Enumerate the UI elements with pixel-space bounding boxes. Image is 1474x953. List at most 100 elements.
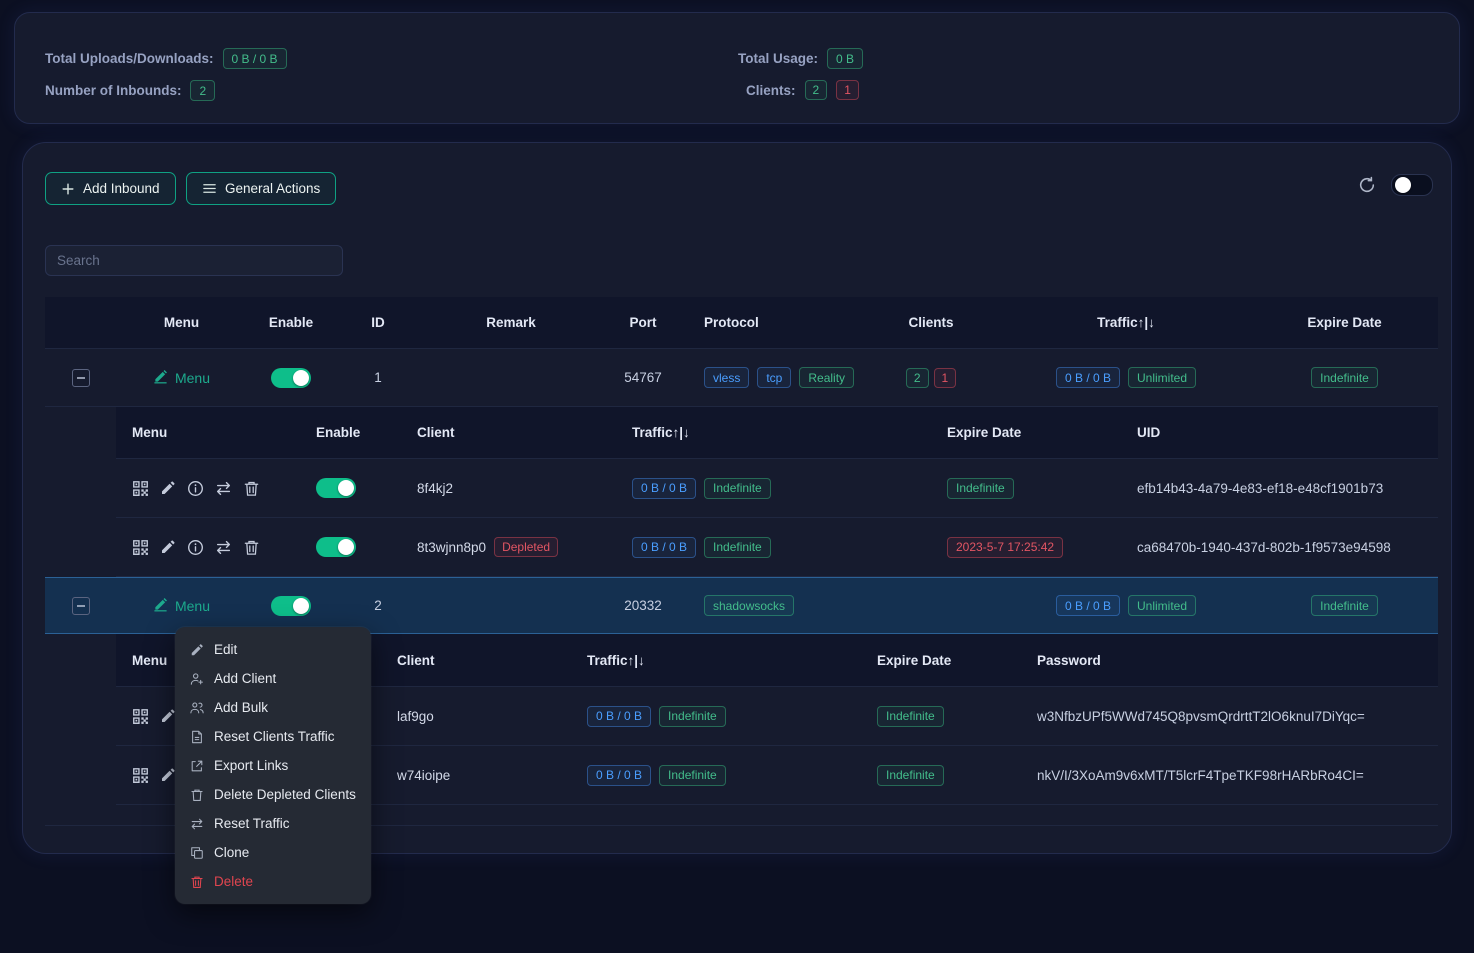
traffic-badge: 0 B / 0 B	[587, 706, 651, 727]
header-expire-date: Expire Date	[861, 653, 1021, 668]
clients-active-badge: 2	[805, 80, 828, 100]
expire-badge: 2023-5-7 17:25:42	[947, 537, 1063, 558]
toggle-knob	[293, 370, 309, 386]
header-traffic-sort[interactable]: Traffic↑|↓	[571, 653, 861, 668]
menu-item-reset-clients-traffic[interactable]: Reset Clients Traffic	[175, 722, 371, 751]
menu-item-edit[interactable]: Edit	[175, 635, 371, 664]
expire-badge: Indefinite	[877, 765, 944, 786]
qrcode-icon[interactable]	[132, 767, 149, 784]
plus-icon	[61, 182, 75, 196]
collapse-row-icon[interactable]	[72, 597, 90, 615]
panel-controls	[1358, 174, 1433, 196]
clients-active-badge: 2	[906, 368, 929, 388]
traffic-total-badge: Unlimited	[1128, 595, 1196, 616]
client-enable-toggle[interactable]	[316, 537, 356, 557]
header-client: Client	[381, 653, 571, 668]
reset-traffic-icon[interactable]	[215, 539, 232, 556]
header-protocol: Protocol	[685, 315, 861, 330]
menu-item-delete-depleted-clients[interactable]: Delete Depleted Clients	[175, 780, 371, 809]
qrcode-icon[interactable]	[132, 480, 149, 497]
header-expire-date: Expire Date	[1251, 315, 1438, 330]
client-name: 8t3wjnn8p0	[417, 540, 486, 555]
inbound-enable-toggle[interactable]	[271, 368, 311, 388]
delete-icon[interactable]	[243, 539, 260, 556]
delete-icon[interactable]	[243, 480, 260, 497]
inbound-row-1[interactable]: Menu 1 54767 vless tcp Reality 2 1 0 B /	[45, 349, 1438, 407]
traffic-badge: 0 B / 0 B	[632, 478, 696, 499]
list-icon	[202, 181, 217, 196]
expire-badge: Indefinite	[1311, 595, 1378, 616]
reset-clients-traffic-icon	[190, 730, 204, 744]
header-clients: Clients	[861, 315, 1001, 330]
refresh-icon[interactable]	[1358, 176, 1376, 194]
header-password: Password	[1021, 653, 1438, 668]
menu-item-reset-traffic[interactable]: Reset Traffic	[175, 809, 371, 838]
info-icon[interactable]	[187, 539, 204, 556]
expire-badge: Indefinite	[877, 706, 944, 727]
inbound-enable-toggle[interactable]	[271, 596, 311, 616]
reset-traffic-icon[interactable]	[215, 480, 232, 497]
clone-icon	[190, 846, 204, 860]
header-menu: Menu	[116, 315, 247, 330]
client-uid: efb14b43-4a79-4e83-ef18-e48cf1901b73	[1121, 481, 1438, 496]
client-name: w74ioipe	[397, 768, 450, 783]
stat-label: Number of Inbounds:	[45, 83, 181, 98]
client-password: w3NfbzUPf5WWd745Q8pvsmQrdrttT2lO6knuI7Di…	[1021, 709, 1438, 724]
clients-depleted-badge: 1	[934, 368, 957, 388]
inbound-menu-button[interactable]: Menu	[153, 597, 210, 615]
stat-total-uploads-downloads: Total Uploads/Downloads: 0 B / 0 B	[45, 48, 287, 69]
client-name: laf9go	[397, 709, 434, 724]
traffic-limit-badge: Indefinite	[659, 765, 726, 786]
stat-value-badge: 0 B / 0 B	[223, 48, 287, 69]
client-table-header: Menu Enable Client Traffic↑|↓ Expire Dat…	[116, 407, 1438, 459]
stat-label: Clients:	[746, 83, 796, 98]
traffic-limit-badge: Indefinite	[704, 537, 771, 558]
menu-item-clone[interactable]: Clone	[175, 838, 371, 867]
edit-icon[interactable]	[160, 708, 176, 724]
stat-total-usage: Total Usage: 0 B	[738, 48, 863, 69]
inbound-id: 2	[335, 598, 421, 613]
header-traffic-sort[interactable]: Traffic↑|↓	[616, 425, 931, 440]
header-traffic-sort[interactable]: Traffic↑|↓	[1001, 315, 1251, 330]
header-port: Port	[601, 315, 685, 330]
general-actions-button[interactable]: General Actions	[186, 172, 336, 205]
header-id: ID	[335, 315, 421, 330]
inbound-row-2[interactable]: Menu 2 20332 shadowsocks 0 B / 0 B Unlim…	[45, 577, 1438, 634]
add-bulk-icon	[190, 701, 204, 715]
stats-panel: Total Uploads/Downloads: 0 B / 0 B Total…	[14, 12, 1460, 124]
edit-icon[interactable]	[160, 767, 176, 783]
qrcode-icon[interactable]	[132, 708, 149, 725]
header-remark: Remark	[421, 315, 601, 330]
theme-toggle[interactable]	[1391, 174, 1433, 196]
inbound-context-menu: Edit Add Client Add Bulk Reset Clients T…	[175, 627, 371, 904]
protocol-tag: vless	[704, 367, 749, 388]
collapse-row-icon[interactable]	[72, 369, 90, 387]
inbound-id: 1	[335, 370, 421, 385]
client-row-8t3wjnn8p0: 8t3wjnn8p0 Depleted 0 B / 0 B Indefinite…	[116, 518, 1438, 577]
header-enable: Enable	[296, 425, 401, 440]
client-enable-toggle[interactable]	[316, 478, 356, 498]
delete-depleted-icon	[190, 788, 204, 802]
edit-icon[interactable]	[160, 480, 176, 496]
add-inbound-button[interactable]: Add Inbound	[45, 172, 176, 205]
menu-item-export-links[interactable]: Export Links	[175, 751, 371, 780]
protocol-tag: tcp	[757, 367, 791, 388]
client-uid: ca68470b-1940-437d-802b-1f9573e94598	[1121, 540, 1438, 555]
menu-item-add-bulk[interactable]: Add Bulk	[175, 693, 371, 722]
client-password: nkV/I/3XoAm9v6xMT/T5lcrF4TpeTKF98rHARbRo…	[1021, 768, 1438, 783]
stat-label: Total Usage:	[738, 51, 818, 66]
search-input[interactable]	[45, 245, 343, 276]
qrcode-icon[interactable]	[132, 539, 149, 556]
inbound-menu-button[interactable]: Menu	[153, 369, 210, 387]
toggle-knob	[293, 598, 309, 614]
info-icon[interactable]	[187, 480, 204, 497]
header-menu: Menu	[116, 425, 296, 440]
protocol-tag: shadowsocks	[704, 595, 794, 616]
menu-item-delete[interactable]: Delete	[175, 867, 371, 896]
edit-pencil-icon	[153, 369, 168, 387]
inbounds-page: Total Uploads/Downloads: 0 B / 0 B Total…	[0, 0, 1474, 953]
edit-icon[interactable]	[160, 539, 176, 555]
expire-badge: Indefinite	[947, 478, 1014, 499]
menu-item-add-client[interactable]: Add Client	[175, 664, 371, 693]
traffic-limit-badge: Indefinite	[659, 706, 726, 727]
